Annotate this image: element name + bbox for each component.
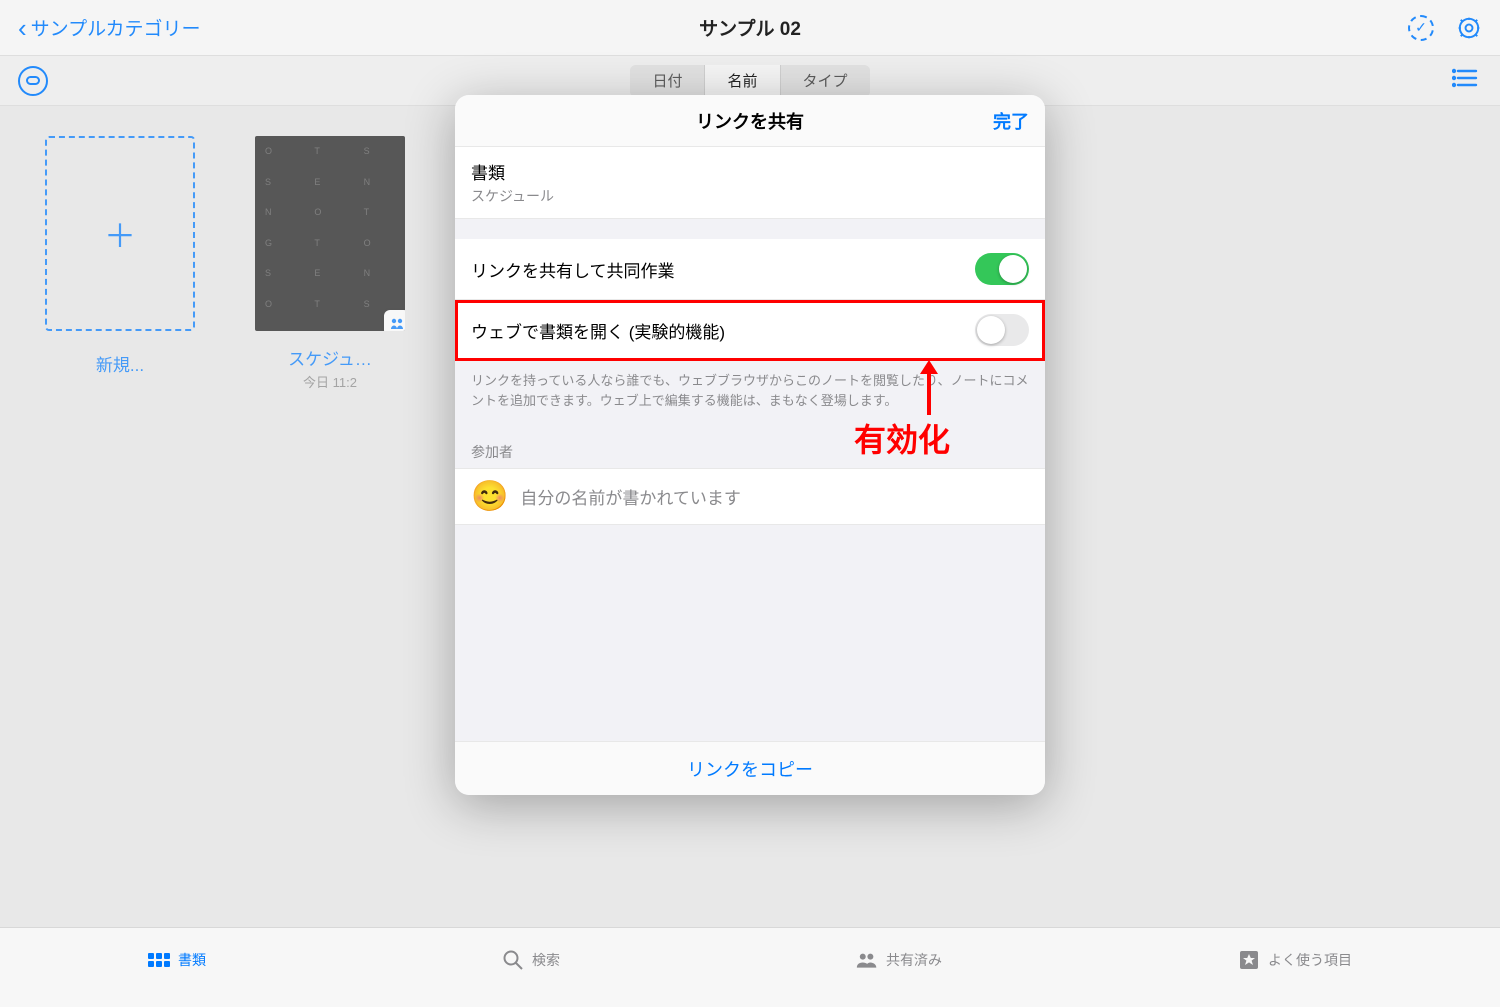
participant-placeholder: 自分の名前が書かれています [520,484,741,509]
participants-header: 参加者 [455,424,1045,468]
modal-title: リンクを共有 [696,108,804,134]
document-section-label: 書類 [471,159,1029,184]
open-on-web-description: リンクを持っている人なら誰でも、ウェブブラウザからこのノートを閲覧したり、ノート… [455,361,1045,424]
modal-header: リンクを共有 完了 [455,95,1045,147]
share-collaborate-row: リンクを共有して共同作業 [455,239,1045,300]
share-collaborate-toggle[interactable] [975,253,1029,285]
share-collaborate-label: リンクを共有して共同作業 [471,257,675,282]
participant-row: 😊 自分の名前が書かれています [455,468,1045,525]
avatar-icon: 😊 [471,479,508,514]
open-on-web-toggle[interactable] [975,314,1029,346]
open-on-web-label: ウェブで書類を開く (実験的機能) [471,318,725,343]
document-info-section: 書類 スケジュール [455,147,1045,219]
share-link-modal: リンクを共有 完了 書類 スケジュール リンクを共有して共同作業 ウェブで書類を… [455,95,1045,795]
done-button[interactable]: 完了 [993,108,1029,134]
modal-backdrop: リンクを共有 完了 書類 スケジュール リンクを共有して共同作業 ウェブで書類を… [0,0,1500,1007]
document-section-name: スケジュール [471,186,1029,206]
modal-footer: リンクをコピー [455,741,1045,795]
open-on-web-row: ウェブで書類を開く (実験的機能) [455,300,1045,361]
copy-link-button[interactable]: リンクをコピー [687,756,813,782]
